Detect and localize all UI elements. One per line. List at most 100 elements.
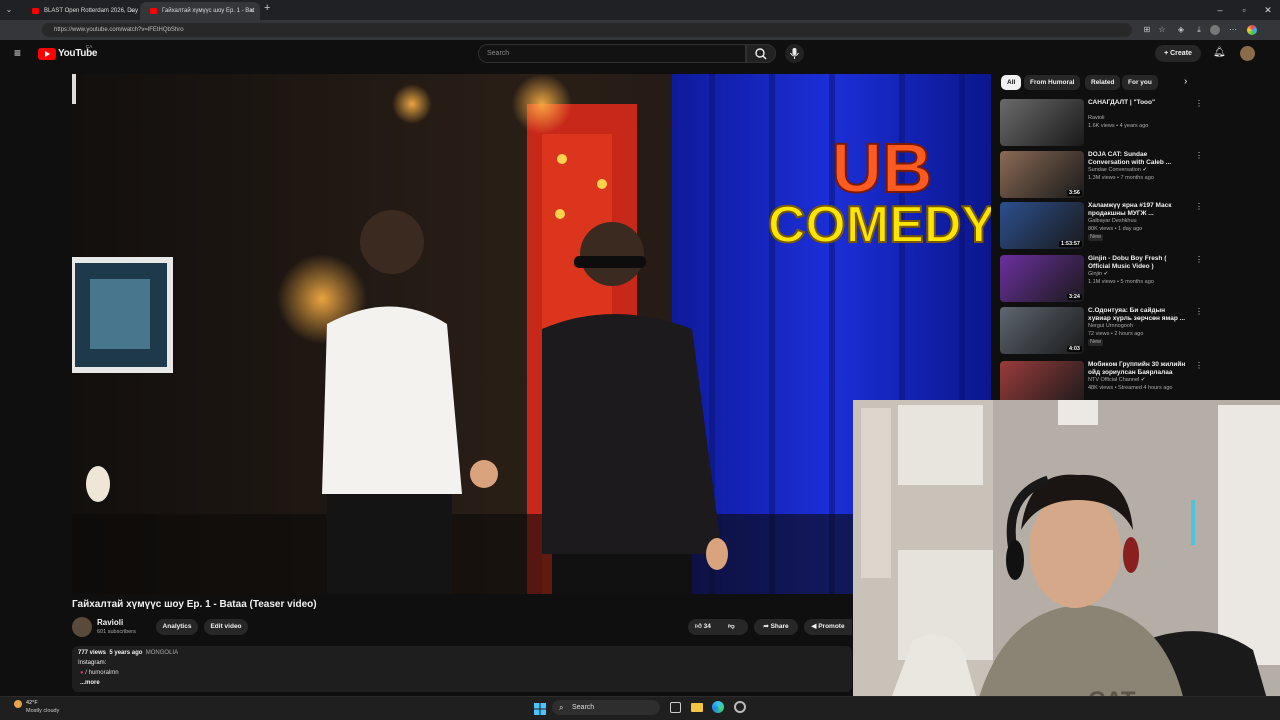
- hamburger-menu-icon[interactable]: ≡: [14, 46, 21, 60]
- duration-badge: 1:53:57: [1059, 241, 1082, 247]
- microphone-icon: [790, 48, 799, 59]
- recommendation-channel[interactable]: Sundae Conversation ✔︎: [1088, 167, 1147, 174]
- sign-line-comedy: COMEDY: [768, 196, 991, 254]
- youtube-logo-text[interactable]: YouTube: [58, 48, 98, 59]
- country-code: CA: [86, 44, 93, 49]
- downloads-icon[interactable]: ⤓: [1192, 20, 1206, 40]
- filter-chip-for-you[interactable]: For you: [1122, 75, 1158, 90]
- recommendation-meta: 1.1M views • 5 months ago: [1088, 279, 1154, 285]
- webcam-frame: CAT: [853, 400, 1280, 720]
- video-thumbnail[interactable]: 3:24: [1000, 255, 1084, 302]
- recommendation-title[interactable]: Халамжүү ярна #197 Маск продакшны МУГЖ .…: [1088, 202, 1188, 218]
- promote-button[interactable]: ◀ Promote: [804, 619, 852, 635]
- filter-chip-all[interactable]: All: [1001, 75, 1022, 90]
- chevron-right-icon[interactable]: ›: [1184, 76, 1187, 87]
- address-bar[interactable]: https://www.youtube.com/watch?v=lFEtHQbS…: [42, 23, 1132, 37]
- show-more-link[interactable]: ...more: [80, 680, 100, 686]
- recommendation-title[interactable]: Мобиком Группийн 30 жилийн ойд зориулсан…: [1088, 361, 1188, 377]
- youtube-logo-icon[interactable]: [38, 48, 56, 60]
- channel-avatar[interactable]: [72, 617, 92, 637]
- close-tab-icon[interactable]: ×: [249, 2, 254, 20]
- weather-temp: 42°F: [26, 700, 38, 706]
- edit-video-button[interactable]: Edit video: [204, 619, 248, 635]
- dislike-button[interactable]: 👎︎: [728, 619, 735, 635]
- taskbar-search[interactable]: ⌕ Search: [552, 700, 660, 715]
- account-avatar[interactable]: [1240, 46, 1255, 61]
- copilot-icon[interactable]: [1247, 25, 1257, 35]
- file-explorer-icon[interactable]: [691, 703, 703, 712]
- search-input[interactable]: Search: [478, 44, 746, 63]
- video-thumbnail[interactable]: 4:03: [1000, 307, 1084, 354]
- recommendation-channel[interactable]: NTV Official Channel ✔︎: [1088, 377, 1145, 384]
- youtube-favicon-icon: [150, 8, 157, 14]
- channel-name[interactable]: Ravioli: [97, 618, 123, 627]
- recommendation-meta: 1.6K views • 4 years ago: [1088, 123, 1149, 129]
- recommendation-title[interactable]: DOJA CAT: Sundae Conversation with Caleb…: [1088, 151, 1188, 167]
- menu-dots-icon[interactable]: ⋯: [1226, 20, 1240, 40]
- tab-label: BLAST Open Rotterdam 2026, Day: [44, 8, 138, 14]
- more-actions-icon[interactable]: ⋮: [1195, 202, 1203, 211]
- share-button[interactable]: ➦ Share: [754, 619, 798, 635]
- recommendation-channel[interactable]: Ginjin ✔︎: [1088, 271, 1108, 278]
- new-badge: New: [1088, 339, 1104, 346]
- minimize-button[interactable]: –: [1210, 0, 1230, 20]
- settings-gear-icon[interactable]: [734, 701, 746, 713]
- recommendation-item[interactable]: 3:24 Ginjin - Dobu Boy Fresh ( Official M…: [1000, 255, 1203, 305]
- close-tab-icon[interactable]: ×: [129, 2, 134, 20]
- recommendation-title[interactable]: С.Одонтуяа: Би сайдын хувиар хүрль зөрчс…: [1088, 307, 1188, 323]
- recommendation-title[interactable]: САНАГДАЛТ | "Tooo": [1088, 99, 1188, 107]
- browser-tab-bar: ⌄ BLAST Open Rotterdam 2026, Day × Гайха…: [0, 0, 1280, 20]
- duration-badge: 3:24: [1066, 294, 1082, 300]
- create-label: Create: [1170, 50, 1192, 57]
- recommendation-title[interactable]: Ginjin - Dobu Boy Fresh ( Official Music…: [1088, 255, 1188, 271]
- recommendation-channel[interactable]: Ravioli: [1088, 115, 1105, 122]
- recommendation-channel[interactable]: Nergui Urnnogooh: [1088, 323, 1133, 330]
- search-button[interactable]: [746, 44, 776, 63]
- close-window-button[interactable]: ✕: [1258, 0, 1278, 20]
- task-view-icon[interactable]: [670, 702, 681, 713]
- channel-name: Ravioli: [1088, 115, 1105, 121]
- notifications-bell-icon[interactable]: 🔔︎: [1213, 47, 1226, 58]
- profile-avatar[interactable]: [1210, 25, 1220, 35]
- more-actions-icon[interactable]: ⋮: [1195, 255, 1203, 264]
- recommendation-item[interactable]: 1:53:57 Халамжүү ярна #197 Маск продакшны…: [1000, 202, 1203, 252]
- edge-browser-icon[interactable]: [712, 701, 724, 713]
- extension-icon[interactable]: ⊞: [1140, 20, 1154, 40]
- video-stats: 777 views 5 years ago MONGOLIA: [78, 650, 178, 656]
- more-actions-icon[interactable]: ⋮: [1195, 99, 1203, 108]
- puzzle-icon[interactable]: ◈: [1174, 20, 1188, 40]
- tab-blast[interactable]: BLAST Open Rotterdam 2026, Day ×: [22, 2, 140, 20]
- maximize-button[interactable]: ▫: [1234, 0, 1254, 20]
- recommendation-item[interactable]: 4:03 С.Одонтуяа: Би сайдын хувиар хүрль з…: [1000, 307, 1203, 357]
- hashtag[interactable]: MONGOLIA: [146, 650, 178, 656]
- create-button[interactable]: + Create: [1155, 45, 1201, 62]
- channel-name: Ginjin: [1088, 271, 1103, 277]
- tab-search-icon[interactable]: ⌄: [2, 0, 16, 20]
- description-box[interactable]: 777 views 5 years ago MONGOLIA Instagram…: [72, 646, 852, 692]
- new-tab-button[interactable]: +: [264, 2, 270, 14]
- filter-chip-from-humoral[interactable]: From Humoral: [1024, 75, 1081, 90]
- webcam-overlay: CAT: [853, 400, 1280, 720]
- video-thumbnail[interactable]: [1000, 99, 1084, 146]
- more-actions-icon[interactable]: ⋮: [1195, 151, 1203, 160]
- recommendation-channel[interactable]: Galbayar Deshkhuu: [1088, 218, 1137, 225]
- bookmark-star-icon[interactable]: ☆: [1155, 20, 1169, 40]
- more-actions-icon[interactable]: ⋮: [1195, 361, 1203, 370]
- windows-start-icon[interactable]: [534, 702, 546, 715]
- analytics-button[interactable]: Analytics: [156, 619, 198, 635]
- like-button[interactable]: 👍︎ 34: [695, 623, 711, 630]
- recommendation-item[interactable]: САНАГДАЛТ | "Tooo" Ravioli 1.6K views • 4 …: [1000, 99, 1203, 149]
- filter-chip-related[interactable]: Related: [1085, 75, 1121, 90]
- weather-icon[interactable]: [14, 700, 22, 708]
- promote-label: Promote: [818, 623, 845, 630]
- recommendation-meta: 48K views • Streamed 4 hours ago: [1088, 385, 1173, 391]
- tab-current-video[interactable]: Гайхалтай хүмүүс шоу Ep. 1 - Bat ×: [140, 2, 260, 20]
- recommendation-item[interactable]: 3:56 DOJA CAT: Sundae Conversation with C…: [1000, 151, 1203, 201]
- video-thumbnail[interactable]: 3:56: [1000, 151, 1084, 198]
- verified-icon: ✔︎: [1142, 167, 1148, 173]
- more-actions-icon[interactable]: ⋮: [1195, 307, 1203, 316]
- new-badge: New: [1088, 234, 1104, 241]
- video-thumbnail[interactable]: 1:53:57: [1000, 202, 1084, 249]
- instagram-link[interactable]: ● / humoralmn: [80, 670, 119, 676]
- voice-search-button[interactable]: [785, 44, 804, 63]
